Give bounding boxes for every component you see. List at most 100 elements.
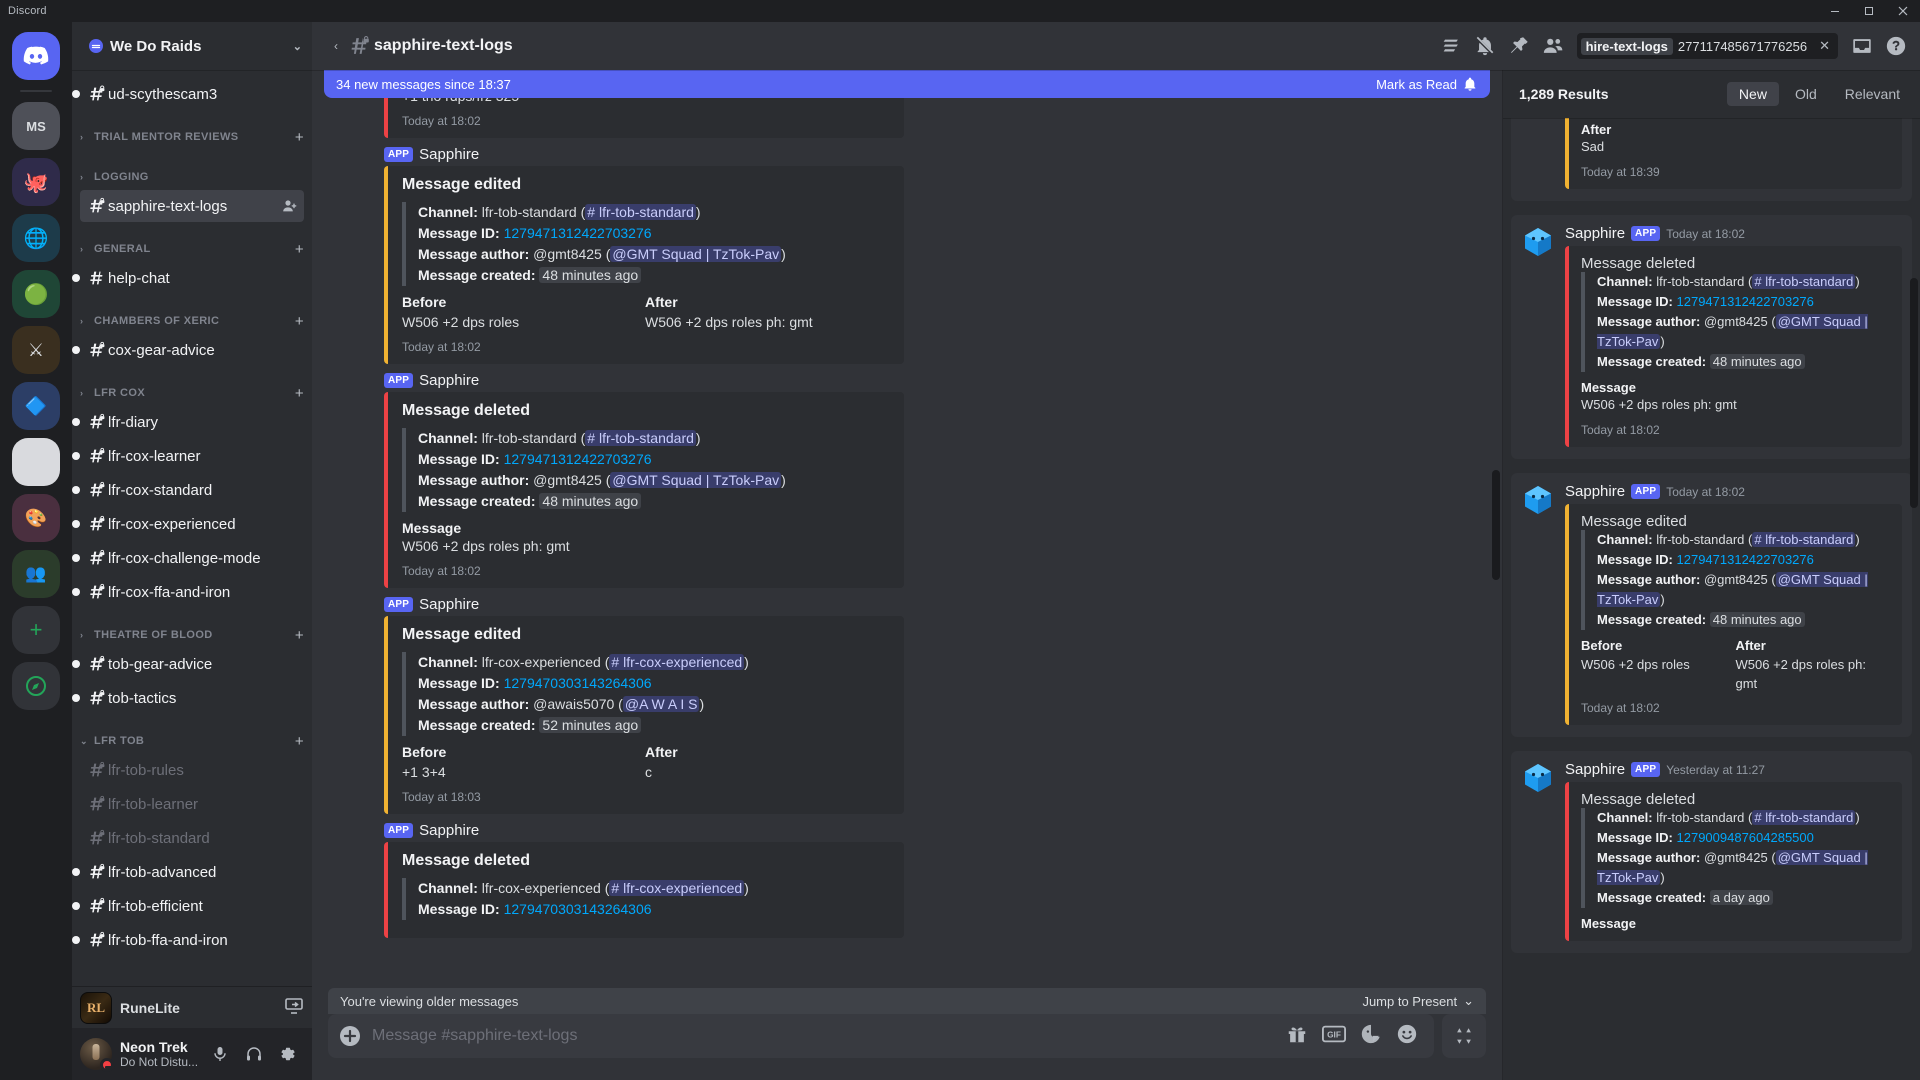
inbox-icon[interactable] <box>1846 30 1878 62</box>
guild-icon-purple[interactable]: 🐙 <box>12 158 60 206</box>
user-info[interactable]: Neon Trek Do Not Distu... <box>120 1039 204 1069</box>
guild-icon-globe[interactable]: 🌐 <box>12 214 60 262</box>
search-result-card[interactable]: Sapphire APP Today at 18:02 Message dele… <box>1511 215 1912 459</box>
category-chambers-of-xeric[interactable]: › CHAMBERS OF XERIC + <box>72 308 312 334</box>
guild-icon-wedoraids[interactable]: ⚔ <box>12 326 60 374</box>
channel-mention[interactable]: # lfr-tob-standard <box>585 430 696 446</box>
mark-as-read-button[interactable]: Mark as Read <box>1376 76 1478 92</box>
channel-lfr-cox-challenge-mode[interactable]: lfr-cox-challenge-mode <box>72 542 304 574</box>
create-channel-icon[interactable]: + <box>295 313 304 330</box>
channel-help-chat[interactable]: help-chat <box>72 262 304 294</box>
attach-plus-icon[interactable] <box>328 1024 372 1048</box>
maximize-button[interactable] <box>1852 0 1886 22</box>
channel-mention[interactable]: # lfr-tob-standard <box>1752 274 1856 289</box>
guild-icon-green[interactable]: 🟢 <box>12 270 60 318</box>
channel-mention[interactable]: # lfr-tob-standard <box>1752 532 1856 547</box>
channel-lfr-tob-advanced[interactable]: lfr-tob-advanced <box>72 856 304 888</box>
create-channel-icon[interactable]: + <box>295 241 304 258</box>
message-composer[interactable]: Message #sapphire-text-logs GIF <box>328 1014 1434 1058</box>
gift-icon[interactable] <box>1286 1023 1308 1050</box>
embed-footer: Today at 18:02 <box>1581 423 1660 437</box>
tab-new[interactable]: New <box>1726 82 1779 106</box>
home-button[interactable] <box>12 32 60 80</box>
search-input[interactable]: hire-text-logs 277117485671776256 ✕ <box>1576 33 1838 59</box>
channel-lfr-tob-standard[interactable]: lfr-tob-standard <box>80 822 304 854</box>
add-members-icon[interactable] <box>282 198 298 214</box>
jump-to-present-button[interactable]: Jump to Present ⌄ <box>1362 993 1474 1009</box>
channel-lfr-cox-standard[interactable]: lfr-cox-standard <box>72 474 304 506</box>
results-scrollbar[interactable] <box>1910 278 1918 508</box>
create-channel-icon[interactable]: + <box>295 627 304 644</box>
sticker-icon[interactable] <box>1360 1023 1382 1050</box>
create-channel-icon[interactable]: + <box>295 733 304 750</box>
search-result-card[interactable]: Sapphire APP Today at 18:02 Message edit… <box>1511 473 1912 737</box>
created-field-label: Message created: <box>1597 612 1707 627</box>
guild-header[interactable]: We Do Raids ⌄ <box>72 22 312 70</box>
headphones-icon[interactable] <box>238 1038 270 1070</box>
category-general[interactable]: › GENERAL + <box>72 236 312 262</box>
channel-lfr-cox-ffa-and-iron[interactable]: lfr-cox-ffa-and-iron <box>72 576 304 608</box>
category-lfr-cox[interactable]: › LFR COX + <box>72 380 312 406</box>
guild-icon-art[interactable]: 🎨 <box>12 494 60 542</box>
channel-lfr-cox-learner[interactable]: lfr-cox-learner <box>72 440 304 472</box>
channel-tob-gear-advice[interactable]: tob-gear-advice <box>72 648 304 680</box>
microphone-icon[interactable] <box>204 1038 236 1070</box>
search-filter-chip[interactable]: hire-text-logs <box>1580 37 1673 55</box>
channel-lfr-tob-rules[interactable]: lfr-tob-rules <box>80 754 304 786</box>
pin-icon[interactable] <box>1503 30 1535 62</box>
author-mention[interactable]: @A W A I S <box>622 696 700 712</box>
close-button[interactable] <box>1886 0 1920 22</box>
notification-muted-icon[interactable] <box>1469 30 1501 62</box>
channel-list[interactable]: ud-scythescam3 › TRIAL MENTOR REVIEWS + … <box>72 70 312 986</box>
search-result-card[interactable]: Sapphire APP Yesterday at 11:27 Message … <box>1511 751 1912 953</box>
avatar <box>1521 761 1555 795</box>
category-logging[interactable]: › LOGGING <box>72 164 312 190</box>
tab-relevant[interactable]: Relevant <box>1833 82 1912 106</box>
author-mention[interactable]: @GMT Squad | TzTok-Pav <box>610 472 782 488</box>
activity-status-bar[interactable]: RL RuneLite <box>72 986 312 1028</box>
guild-icon-white[interactable] <box>12 438 60 486</box>
avatar[interactable] <box>80 1038 115 1072</box>
channel-sapphire-text-logs[interactable]: sapphire-text-logs <box>80 190 304 222</box>
create-channel-icon[interactable]: + <box>295 385 304 402</box>
channel-mention[interactable]: # lfr-tob-standard <box>1752 810 1856 825</box>
channel-lfr-tob-ffa-and-iron[interactable]: lfr-tob-ffa-and-iron <box>72 924 304 956</box>
screen-share-icon[interactable] <box>284 995 304 1020</box>
emoji-icon[interactable] <box>1396 1023 1418 1050</box>
threads-icon[interactable] <box>1435 30 1467 62</box>
tab-old[interactable]: Old <box>1783 82 1829 106</box>
add-server-button[interactable]: + <box>12 606 60 654</box>
channel-lfr-diary[interactable]: lfr-diary <box>72 406 304 438</box>
create-channel-icon[interactable]: + <box>295 129 304 146</box>
channel-mention[interactable]: # lfr-tob-standard <box>585 204 696 220</box>
channel-tob-tactics[interactable]: tob-tactics <box>72 682 304 714</box>
gear-icon[interactable] <box>272 1038 304 1070</box>
channel-lfr-tob-efficient[interactable]: lfr-tob-efficient <box>72 890 304 922</box>
message-scrollbar[interactable] <box>1492 470 1500 580</box>
messages-scroll-area[interactable]: APP Sapphire Message +1 trio rdps/frz 32… <box>312 70 1502 988</box>
channel-mention[interactable]: # lfr-cox-experienced <box>609 654 745 670</box>
apps-launcher-button[interactable] <box>1442 1014 1486 1058</box>
new-messages-banner[interactable]: 34 new messages since 18:37 Mark as Read <box>324 70 1490 98</box>
help-icon[interactable] <box>1880 30 1912 62</box>
search-result-card[interactable]: Sapphire APP Squad | TzTok-Pav) <box>1511 118 1912 201</box>
guild-icon-blue[interactable]: 🔷 <box>12 382 60 430</box>
channel-ud-scythescam3[interactable]: ud-scythescam3 <box>72 78 304 110</box>
explore-servers-button[interactable] <box>12 662 60 710</box>
guild-icon-ms[interactable]: MS <box>12 102 60 150</box>
guild-icon-pair[interactable]: 👥 <box>12 550 60 598</box>
channel-lfr-cox-experienced[interactable]: lfr-cox-experienced <box>72 508 304 540</box>
category-theatre-of-blood[interactable]: › THEATRE OF BLOOD + <box>72 622 312 648</box>
gif-icon[interactable]: GIF <box>1322 1024 1346 1049</box>
channel-mention[interactable]: # lfr-cox-experienced <box>609 880 745 896</box>
members-icon[interactable] <box>1537 30 1569 62</box>
search-results-list[interactable]: Sapphire APP Squad | TzTok-Pav) <box>1503 118 1920 1080</box>
channel-lfr-tob-learner[interactable]: lfr-tob-learner <box>80 788 304 820</box>
channel-cox-gear-advice[interactable]: cox-gear-advice <box>72 334 304 366</box>
minimize-button[interactable] <box>1818 0 1852 22</box>
back-chevron-icon[interactable]: ‹ <box>324 39 348 53</box>
category-trial-mentor-reviews[interactable]: › TRIAL MENTOR REVIEWS + <box>72 124 312 150</box>
category-lfr-tob[interactable]: ⌄ LFR TOB + <box>72 728 312 754</box>
author-mention[interactable]: @GMT Squad | TzTok-Pav <box>610 246 782 262</box>
clear-search-icon[interactable]: ✕ <box>1815 38 1834 54</box>
